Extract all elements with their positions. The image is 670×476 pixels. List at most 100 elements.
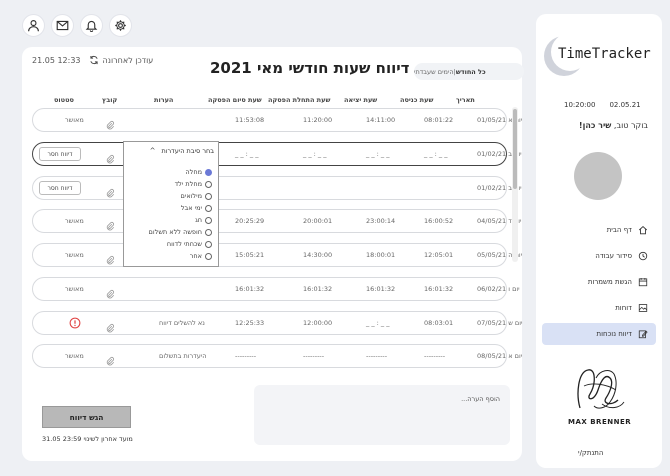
sidebar-nav-item[interactable]: הגשת משמרות xyxy=(542,271,656,293)
cell-in: 16:01:32 xyxy=(424,285,454,293)
attachment-icon[interactable] xyxy=(105,183,115,198)
missing-report-button[interactable]: דיווח חסר xyxy=(39,147,81,161)
table-row[interactable]: 06/02/21 יום ו 16:01:32 16:01:32 16:01:32 16… xyxy=(32,277,520,301)
attachment-icon[interactable] xyxy=(105,149,115,164)
absence-option[interactable]: אחר xyxy=(190,252,212,260)
attachment-icon[interactable] xyxy=(105,351,115,366)
cell-out: 23:00:14 xyxy=(366,217,396,225)
deadline: מועד אחרון לשינוי 23:59 31.05 xyxy=(42,435,133,443)
home-icon xyxy=(638,225,648,235)
cell-break-start: --------- xyxy=(303,352,325,360)
note-input[interactable]: הוסף הערה... xyxy=(254,385,510,445)
attachment-icon[interactable] xyxy=(105,284,115,299)
table-scrollbar[interactable] xyxy=(512,107,518,262)
absence-reason-dropdown[interactable]: בחר סיבת היעדרות ^ מחלה מחלת ילד מילואים ימ… xyxy=(123,141,219,267)
avatar[interactable] xyxy=(574,152,622,200)
attachment-icon[interactable] xyxy=(105,250,115,265)
submit-report-button[interactable]: הגש דיווח xyxy=(42,406,131,428)
sidebar-nav-item[interactable]: דיווח נוכחות xyxy=(542,323,656,345)
attachment-icon[interactable] xyxy=(105,318,115,333)
cell-break-start: 14:30:00 xyxy=(303,251,333,259)
cell-in: --------- xyxy=(424,352,446,360)
absence-option[interactable]: מילואים xyxy=(181,192,212,200)
sidebar-nav-item[interactable]: סידור עבודה xyxy=(542,245,656,267)
absence-option[interactable]: שכחתי לדווח xyxy=(167,240,212,248)
page-title: דיווח שעות חודשי מאי 2021 xyxy=(210,59,410,77)
sidebar-nav: דף הבית סידור עבודה הגשת משמרות דוחות דיווח … xyxy=(542,219,656,349)
greeting-name: שיר כהן! xyxy=(578,121,612,130)
image-icon xyxy=(638,304,648,312)
absence-option[interactable]: מחלת ילד xyxy=(175,180,212,188)
cell-notes[interactable]: נא להשלים דיווח xyxy=(159,319,205,327)
mail-icon[interactable] xyxy=(51,14,74,37)
bell-icon[interactable] xyxy=(80,14,103,37)
absence-option[interactable]: מחלה xyxy=(185,168,212,176)
filter-workdays[interactable]: הימים שעבדתי xyxy=(414,68,454,76)
col-date: תאריך xyxy=(456,96,475,104)
absence-option[interactable]: ימי אבל xyxy=(181,204,212,212)
cell-out: 18:00:01 xyxy=(366,251,396,259)
absence-option[interactable]: חופשה ללא תשלום xyxy=(149,228,212,236)
table-row[interactable]: 07/05/21 יום ש 08:03:01 _ _ : _ _ 12:00:00 1… xyxy=(32,311,522,335)
note-placeholder: הוסף הערה... xyxy=(461,395,500,403)
col-break-end: שעת סיום הפסקה xyxy=(208,96,262,104)
radio-button[interactable] xyxy=(205,216,212,224)
sidebar-date: 02.05.21 xyxy=(609,101,641,109)
absence-option-label: מילואים xyxy=(180,192,202,200)
dropdown-header[interactable]: בחר סיבת היעדרות ^ xyxy=(150,147,214,155)
absence-option-label: חופשה ללא תשלום xyxy=(148,228,202,236)
cell-out: _ _ : _ _ xyxy=(366,319,390,327)
col-notes: הערות xyxy=(154,96,174,104)
warning-icon[interactable] xyxy=(69,317,81,329)
cell-in: 08:03:01 xyxy=(424,319,454,327)
cell-break-end: --------- xyxy=(235,352,257,360)
absence-option[interactable]: חג xyxy=(195,216,212,224)
nav-label: דף הבית xyxy=(606,226,632,234)
logout-link[interactable]: התנתק/י xyxy=(578,449,603,457)
greeting-prefix: בוקר טוב, xyxy=(611,121,648,130)
radio-button[interactable] xyxy=(205,204,212,212)
cell-out: _ _ : _ _ xyxy=(366,150,390,158)
absence-option-label: אחר xyxy=(189,252,202,260)
sidebar-nav-item[interactable]: דף הבית xyxy=(542,219,656,241)
radio-button[interactable] xyxy=(205,252,212,260)
dropdown-title: בחר סיבת היעדרות xyxy=(161,147,214,155)
status-badge: מאושר xyxy=(65,251,84,259)
cell-break-end: _ _ : _ _ xyxy=(235,150,259,158)
table-row[interactable]: 08/05/21 יום א --------- --------- --------… xyxy=(32,344,522,368)
cell-break-end: 12:25:33 xyxy=(235,319,265,327)
radio-button[interactable] xyxy=(205,168,212,176)
table-row[interactable]: 01/02/21 יום בדיווח חסר xyxy=(32,176,522,200)
table-row[interactable]: 04/05/21 יום ד16:00:5223:00:1420:00:0120… xyxy=(32,209,521,233)
filter-all[interactable]: כל החודש xyxy=(456,68,486,76)
cell-break-start: 11:20:00 xyxy=(303,116,333,124)
table-header: תאריך שעת כניסה שעת יציאה שעת התחלת הפסק… xyxy=(22,96,512,106)
cell-notes[interactable]: היעדרות בתשלום xyxy=(159,352,207,360)
refresh-icon[interactable] xyxy=(89,55,99,65)
radio-button[interactable] xyxy=(205,180,212,188)
deadline-label: מועד אחרון לשינוי xyxy=(83,435,133,443)
table-row[interactable]: 01/02/21 יום ב_ _ : _ __ _ : _ __ _ : _ … xyxy=(32,142,522,166)
user-icon[interactable] xyxy=(22,14,45,37)
cell-break-start: 20:00:01 xyxy=(303,217,333,225)
status-badge: מאושר xyxy=(65,352,84,360)
month-filter[interactable]: כל החודש | הימים שעבדתי xyxy=(414,63,524,80)
table-row[interactable]: 05/05/21 יום ה 12:05:01 18:00:01 14:30:00 15… xyxy=(32,243,522,267)
scrollbar-thumb[interactable] xyxy=(513,109,517,189)
greeting: בוקר טוב, שיר כהן! xyxy=(579,121,648,130)
signature-name: MAX BRENNER xyxy=(568,418,632,426)
sidebar-nav-item[interactable]: דוחות xyxy=(542,297,656,319)
status-badge: מאושר xyxy=(65,116,84,124)
chevron-up-icon[interactable]: ^ xyxy=(150,147,156,155)
missing-report-button[interactable]: דיווח חסר xyxy=(39,181,81,195)
gear-icon[interactable] xyxy=(109,14,132,37)
radio-button[interactable] xyxy=(205,192,212,200)
table-row[interactable]: 01/05/21 יום א 08:01:22 14:11:00 11:20:00 11… xyxy=(32,108,522,132)
top-toolbar xyxy=(22,14,132,37)
attachment-icon[interactable] xyxy=(105,115,115,130)
radio-button[interactable] xyxy=(205,228,212,236)
sidebar-time: 10:20:00 xyxy=(564,101,596,109)
cell-in: 08:01:22 xyxy=(424,116,454,124)
radio-button[interactable] xyxy=(205,240,212,248)
attachment-icon[interactable] xyxy=(105,216,115,231)
